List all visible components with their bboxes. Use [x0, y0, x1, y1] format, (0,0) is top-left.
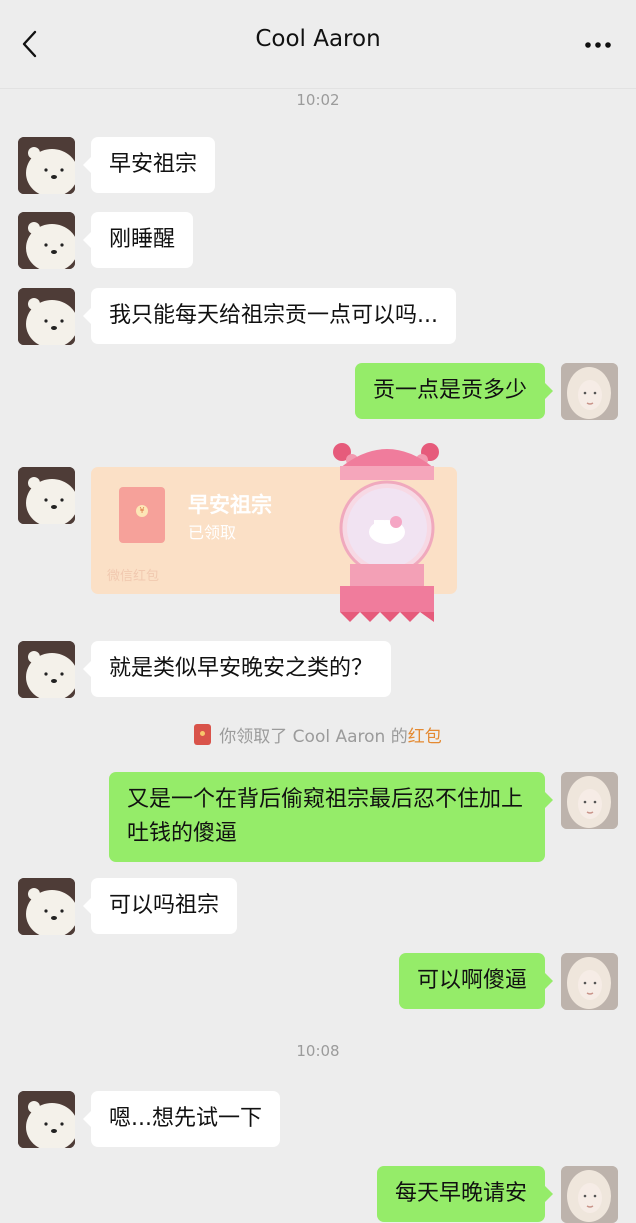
user-photo-avatar-icon — [561, 1166, 618, 1223]
red-packet-footer: 微信红包 — [107, 569, 160, 584]
polar-bear-avatar-icon — [18, 467, 75, 524]
chat-header: Cool Aaron — [0, 0, 636, 89]
system-message-text: 你领取了 Cool Aaron 的 — [219, 727, 408, 747]
message-bubble[interactable]: 刚睡醒 — [82, 212, 194, 268]
polar-bear-avatar-icon — [18, 878, 75, 935]
message-bubble[interactable]: 我只能每天给祖宗贡一点可以吗... — [83, 288, 456, 344]
message-bubble[interactable]: 早安祖宗 — [82, 137, 216, 193]
user-photo-avatar-icon — [561, 772, 618, 829]
avatar[interactable] — [561, 953, 618, 1010]
message-bubble[interactable]: 又是一个在背后偷窥祖宗最后忍不住加上吐钱的傻逼 — [109, 772, 553, 862]
timestamp: 10:08 — [296, 1042, 340, 1060]
avatar[interactable] — [18, 137, 75, 194]
avatar[interactable] — [18, 878, 75, 935]
message-bubble[interactable]: 嗯...想先试一下 — [83, 1091, 280, 1147]
user-photo-avatar-icon — [561, 363, 618, 420]
avatar[interactable] — [561, 1166, 618, 1223]
timestamp: 10:02 — [296, 91, 340, 109]
red-packet-icon — [194, 724, 212, 745]
more-button[interactable] — [578, 30, 618, 60]
message-bubble[interactable]: 就是类似早安晚安之类的？ — [82, 641, 392, 697]
avatar[interactable] — [18, 1091, 75, 1148]
system-message: 你领取了 Cool Aaron 的红包 — [0, 722, 636, 747]
message-bubble[interactable]: 可以啊傻逼 — [398, 953, 554, 1009]
more-dots-icon — [585, 42, 611, 48]
avatar[interactable] — [561, 363, 618, 420]
chat-title: Cool Aaron — [255, 26, 381, 52]
user-photo-avatar-icon — [561, 953, 618, 1010]
polar-bear-avatar-icon — [18, 641, 75, 698]
polar-bear-avatar-icon — [18, 288, 75, 345]
polar-bear-avatar-icon — [18, 1091, 75, 1148]
carousel-sticker[interactable] — [330, 436, 444, 624]
red-packet-link[interactable]: 红包 — [408, 727, 442, 747]
polar-bear-avatar-icon — [18, 212, 75, 269]
message-bubble[interactable]: 可以吗祖宗 — [82, 878, 238, 934]
red-packet-icon: ¥ — [119, 487, 165, 543]
avatar[interactable] — [18, 641, 75, 698]
polar-bear-avatar-icon — [18, 137, 75, 194]
avatar[interactable] — [18, 288, 75, 345]
message-bubble[interactable]: 每天早晚请安 — [376, 1166, 554, 1222]
carousel-sticker-icon — [333, 443, 439, 622]
avatar[interactable] — [18, 212, 75, 269]
avatar[interactable] — [18, 467, 75, 524]
message-bubble[interactable]: 贡一点是贡多少 — [354, 363, 554, 419]
red-packet-title: 早安祖宗 — [188, 493, 272, 517]
avatar[interactable] — [561, 772, 618, 829]
red-packet-status: 已领取 — [188, 523, 237, 542]
